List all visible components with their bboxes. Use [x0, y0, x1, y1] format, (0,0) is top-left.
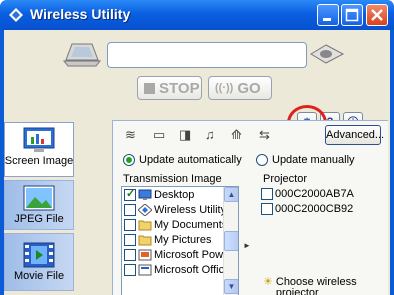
- list-item-label: Microsoft Powe: [154, 248, 230, 261]
- update-manual-label: Update manually: [272, 154, 355, 166]
- powerpoint-icon: [138, 249, 152, 261]
- stop-icon: [144, 82, 155, 94]
- effects-toolbar: ≋ ▭ ◨ ♫ ⟰ ⇆ Advanced...: [113, 121, 389, 149]
- title-bar[interactable]: Wireless Utility: [0, 0, 394, 30]
- music-note-icon[interactable]: ♫: [205, 127, 215, 142]
- advanced-button[interactable]: Advanced...: [325, 125, 384, 145]
- client-area: STOP ((·)) GO ⚙ ? ⓘ Screen Image: [4, 30, 390, 295]
- list-item[interactable]: Wireless Utility: [122, 202, 238, 217]
- update-auto-radio[interactable]: [123, 154, 135, 166]
- projector-label: Projector: [263, 173, 308, 185]
- stop-button[interactable]: STOP: [137, 76, 202, 100]
- maximize-icon: [345, 8, 359, 22]
- update-manual-radio[interactable]: [256, 154, 268, 166]
- close-button[interactable]: [366, 4, 388, 26]
- list-item-label: Desktop: [154, 188, 195, 201]
- jpeg-file-icon: [23, 185, 55, 211]
- tab-jpeg-file[interactable]: JPEG File: [4, 180, 74, 230]
- image-adjust-icon[interactable]: ◨: [179, 127, 191, 143]
- checkbox[interactable]: [261, 187, 273, 200]
- wireless-signal-icon: ((·)): [215, 82, 234, 94]
- transmission-image-list[interactable]: Desktop Wireless Utility My Documents My…: [121, 186, 239, 295]
- update-auto-label: Update automatically: [139, 154, 242, 166]
- scroll-thumb[interactable]: [224, 231, 238, 251]
- display-icon[interactable]: ▭: [153, 127, 165, 143]
- stop-label: STOP: [159, 79, 200, 97]
- checkbox[interactable]: [124, 218, 136, 231]
- list-item[interactable]: My Pictures: [122, 232, 238, 247]
- tab-movie-file-label: Movie File: [13, 270, 65, 282]
- list-item-label: My Pictures: [154, 233, 212, 246]
- device-name-box: [107, 42, 307, 68]
- checkbox[interactable]: [124, 187, 136, 201]
- arrow-right-icon: ►: [243, 241, 251, 250]
- folder-icon: [138, 219, 152, 231]
- wireless-signal-icon[interactable]: ≋: [125, 127, 136, 143]
- list-item-label: 000C2000CB92: [275, 202, 354, 215]
- app-window: Wireless Utility STOP ((·)) GO Screen Im…: [0, 0, 394, 295]
- checkbox[interactable]: [124, 233, 136, 246]
- list-item-label: Wireless Utility: [154, 203, 227, 216]
- minimize-button[interactable]: [317, 4, 339, 26]
- choose-line-2: projector: [275, 287, 319, 295]
- list-item-label: My Documents: [154, 218, 228, 231]
- checkbox[interactable]: [124, 248, 136, 261]
- go-button[interactable]: ((·)) GO: [208, 76, 272, 100]
- checkbox[interactable]: [124, 263, 136, 276]
- office-icon: [138, 264, 152, 276]
- choose-projector-hint: ☀ Choose wireless projector: [263, 277, 357, 295]
- vertical-scrollbar[interactable]: ▲ ▼: [223, 187, 238, 295]
- list-item-label: 000C2000AB7A: [275, 187, 354, 200]
- list-item[interactable]: 000C2000CB92: [259, 201, 385, 216]
- list-item[interactable]: Microsoft Powe: [122, 247, 238, 262]
- update-auto-option[interactable]: Update automatically: [123, 154, 242, 166]
- computer-connection-icon: [62, 43, 102, 67]
- checkbox[interactable]: [261, 202, 273, 215]
- go-label: GO: [237, 79, 261, 97]
- transmission-image-label: Transmission Image: [123, 173, 222, 185]
- list-item[interactable]: Microsoft Office: [122, 262, 238, 277]
- list-item-label: Microsoft Office: [154, 263, 231, 276]
- screen-image-panel: ≋ ▭ ◨ ♫ ⟰ ⇆ Advanced... Update automatic…: [112, 120, 388, 295]
- scroll-up-icon[interactable]: ▲: [224, 187, 238, 202]
- maximize-button[interactable]: [341, 4, 363, 26]
- minimize-icon: [323, 18, 331, 21]
- wireless-utility-icon: [137, 202, 153, 217]
- wireless-app-icon: [9, 8, 23, 22]
- desktop-icon: [138, 189, 152, 201]
- projector-connection-icon: [310, 44, 345, 64]
- screen-image-icon: [23, 127, 55, 152]
- connection-icon[interactable]: ⇆: [259, 127, 270, 143]
- window-title: Wireless Utility: [30, 6, 131, 22]
- tab-screen-image-label: Screen Image: [4, 155, 74, 167]
- list-item[interactable]: 000C2000AB7A: [259, 186, 385, 201]
- close-icon: [371, 9, 383, 21]
- scroll-down-icon[interactable]: ▼: [224, 279, 238, 294]
- tab-screen-image[interactable]: Screen Image: [4, 122, 74, 177]
- tab-jpeg-file-label: JPEG File: [14, 213, 64, 225]
- list-item[interactable]: Desktop: [122, 187, 238, 202]
- hint-icon: ☀: [263, 276, 273, 288]
- checkbox[interactable]: [124, 203, 136, 216]
- folder-icon: [138, 234, 152, 246]
- auto-adjust-icon[interactable]: ⟰: [231, 127, 242, 143]
- tab-movie-file[interactable]: Movie File: [4, 233, 74, 291]
- list-item[interactable]: My Documents: [122, 217, 238, 232]
- update-manual-option[interactable]: Update manually: [256, 154, 355, 166]
- movie-file-icon: [23, 242, 55, 268]
